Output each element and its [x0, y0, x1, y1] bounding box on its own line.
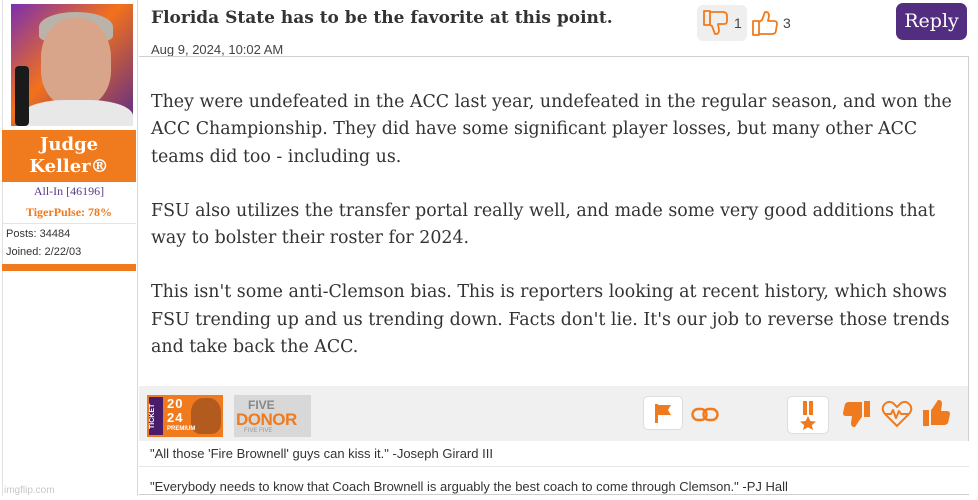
tiger-icon [191, 398, 221, 434]
post-title: Florida State has to be the favorite at … [151, 8, 613, 28]
username-line1[interactable]: Judge [2, 134, 136, 156]
avatar-face [41, 18, 111, 106]
signature-separator [139, 466, 969, 467]
user-posts: Posts: 34484 [6, 228, 71, 240]
thumbs-down-vote[interactable]: 1 [701, 9, 742, 37]
link-icon [691, 407, 719, 422]
post-paragraph: FSU also utilizes the transfer portal re… [151, 200, 936, 249]
username-box[interactable]: Judge Keller® [2, 130, 136, 182]
permalink-button[interactable] [688, 400, 722, 430]
donor-badge[interactable]: FIVE DONOR FIVE FIVE [234, 395, 311, 437]
thumbs-up-outline-icon [752, 11, 778, 36]
watermark: imgflip.com [4, 485, 55, 496]
ticket-badge-premium: PREMIUM [167, 426, 196, 432]
flag-icon [655, 404, 671, 423]
user-tigerpulse: TigerPulse: 78% [25, 205, 113, 219]
post-paragraph: This isn't some anti-Clemson bias. This … [151, 282, 950, 358]
post-body: They were undefeated in the ACC last yea… [151, 89, 963, 388]
user-divider [2, 223, 136, 224]
avatar-shirt [21, 100, 133, 126]
donor-badge-bottom: FIVE FIVE [244, 428, 273, 434]
forum-post: Judge Keller® All-In [46196] TigerPulse:… [0, 0, 978, 500]
post-bottom-border [139, 494, 969, 495]
ticket-badge-year-top: 20 [167, 396, 184, 411]
thumbs-up-button[interactable] [918, 394, 956, 432]
heartbeat-icon [881, 400, 913, 428]
thumbs-down-count: 1 [734, 15, 742, 31]
donor-badge-main: DONOR [236, 410, 297, 429]
user-joined: Joined: 2/22/03 [6, 246, 82, 258]
ticket-premium-badge[interactable]: TICKET 20 24 PREMIUM [147, 395, 223, 437]
ticket-badge-year-bottom: 24 [167, 410, 184, 425]
username-line2[interactable]: Keller® [2, 156, 136, 178]
thumbs-down-outline-icon [703, 10, 728, 35]
reply-button[interactable]: Reply [896, 3, 967, 40]
avatar-microphone [15, 66, 29, 126]
heartbeat-button[interactable] [878, 396, 916, 432]
signature-line-2: "Everybody needs to know that Coach Brow… [150, 479, 788, 494]
report-flag-button[interactable] [643, 396, 683, 430]
thumbs-up-count: 3 [783, 15, 791, 31]
avatar[interactable] [11, 4, 133, 126]
thumbs-up-icon [923, 400, 950, 426]
post-paragraph: They were undefeated in the ACC last yea… [151, 92, 952, 167]
thumbs-up-vote[interactable]: 3 [750, 9, 791, 37]
thumbs-down-icon [843, 401, 870, 427]
thumbs-down-button[interactable] [838, 396, 874, 432]
post-date: Aug 9, 2024, 10:02 AM [151, 42, 284, 57]
medal-icon [800, 401, 816, 430]
user-accent-bar [2, 264, 136, 271]
signature-line-1: "All those 'Fire Brownell' guys can kiss… [150, 446, 493, 461]
ticket-badge-side-text: TICKET [149, 397, 163, 435]
award-medal-button[interactable] [787, 396, 829, 434]
user-rank: All-In [46196] [33, 184, 105, 198]
